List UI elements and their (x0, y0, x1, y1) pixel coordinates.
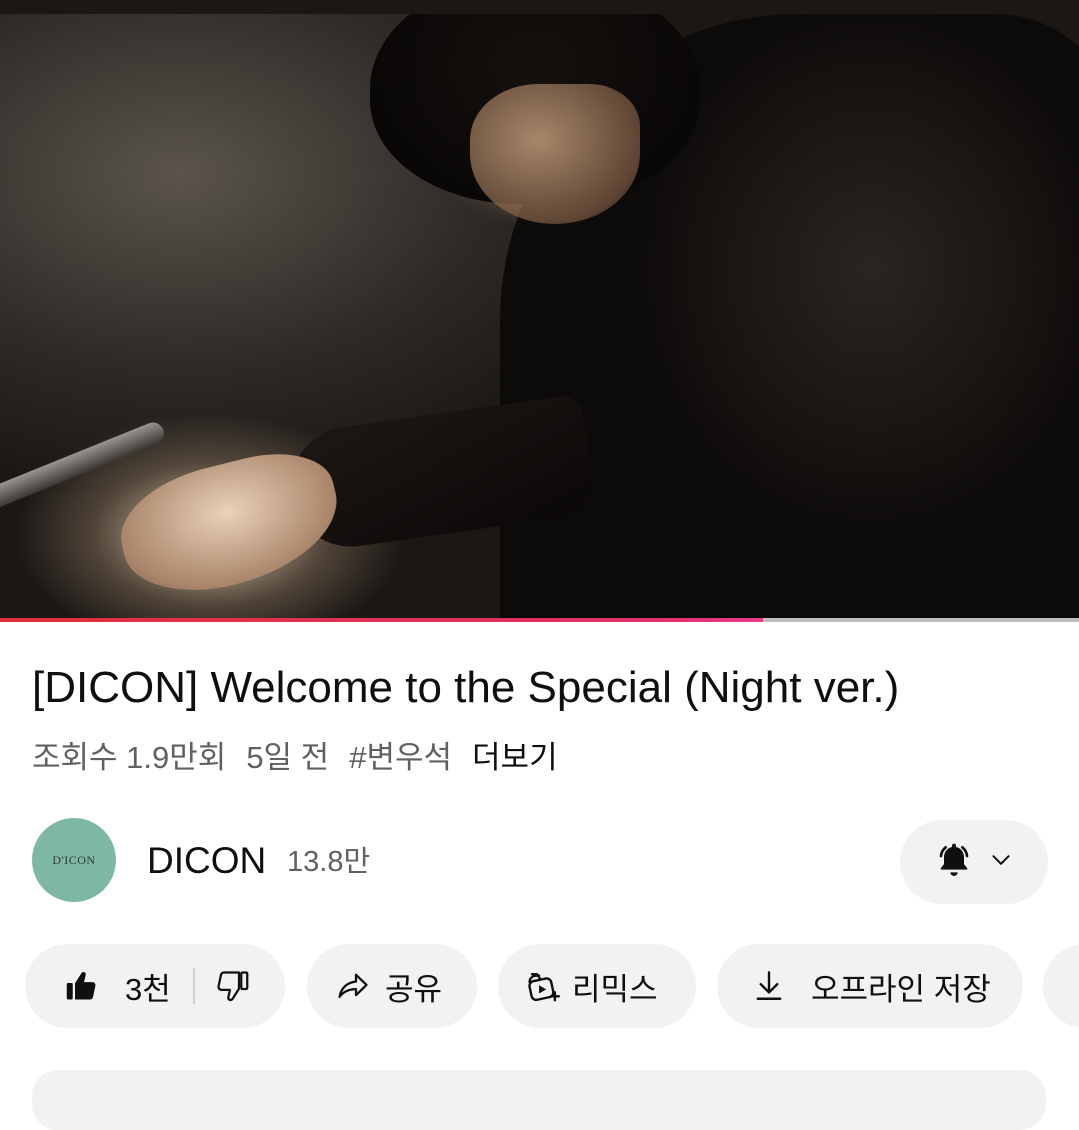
video-meta[interactable]: 조회수 1.9만회 5일 전 #변우석 더보기 (32, 732, 558, 777)
share-button[interactable]: 공유 (307, 944, 477, 1028)
channel-row: D'ICON DICON 13.8만 (32, 818, 1048, 904)
save-button[interactable] (1043, 944, 1079, 1028)
thumbs-down-icon[interactable] (215, 968, 251, 1004)
upload-age: 5일 전 (246, 739, 330, 775)
remix-label: 리믹스 (572, 971, 658, 1007)
action-bar: 3천 공유 리믹스 오프라인 저장 (25, 944, 1079, 1030)
save-icon (1073, 968, 1079, 1004)
view-count: 조회수 1.9만회 (32, 739, 227, 775)
status-strip (0, 0, 1079, 14)
channel-name[interactable]: DICON (147, 838, 266, 884)
offline-save-label: 오프라인 저장 (811, 971, 991, 1007)
share-arrow-icon (335, 968, 371, 1004)
share-label: 공유 (385, 971, 443, 1007)
like-divider (192, 968, 195, 1004)
video-frame-handlebar (0, 419, 168, 511)
channel-avatar-logo: D'ICON (52, 852, 96, 867)
remix-button[interactable]: 리믹스 (498, 944, 696, 1028)
like-count[interactable]: 3천 (125, 964, 171, 1009)
remix-icon (524, 967, 562, 1005)
chevron-down-icon (988, 847, 1014, 878)
video-player[interactable] (0, 14, 1079, 620)
offline-save-button[interactable]: 오프라인 저장 (717, 944, 1023, 1028)
subscriber-count: 13.8만 (287, 846, 371, 878)
more-button[interactable]: 더보기 (472, 732, 558, 777)
download-icon (751, 968, 787, 1004)
thumbs-up-filled-icon[interactable] (63, 968, 99, 1004)
channel-avatar[interactable]: D'ICON (32, 818, 116, 902)
video-frame-hand (108, 439, 352, 609)
like-dislike-group: 3천 (25, 944, 285, 1028)
bell-filled-icon (934, 840, 974, 885)
comments-section-peek[interactable] (32, 1070, 1046, 1130)
video-frame-face (470, 84, 640, 224)
notification-button[interactable] (900, 820, 1048, 904)
video-title: [DICON] Welcome to the Special (Night ve… (32, 663, 900, 712)
hashtag-link[interactable]: #변우석 (349, 732, 452, 777)
